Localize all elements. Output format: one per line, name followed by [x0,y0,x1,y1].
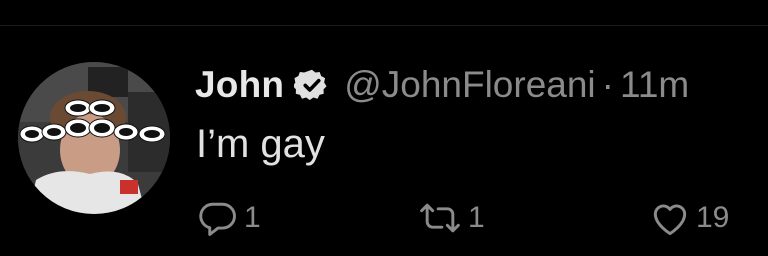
avatar-image [18,62,170,214]
reply-icon [196,196,240,240]
reply-button[interactable]: 1 [196,196,261,240]
tweet-card: John @JohnFloreani · 11m I’m gay 1 1 19 [0,0,768,256]
divider [0,25,768,26]
display-name[interactable]: John [195,64,284,106]
retweet-button[interactable]: 1 [416,196,485,240]
retweet-icon [416,196,464,240]
user-handle[interactable]: @JohnFloreani [344,64,595,106]
tweet-actions: 1 1 19 [196,196,768,240]
reply-count: 1 [244,201,261,234]
tweet-text: I’m gay [196,122,325,166]
heart-icon [648,196,692,240]
tweet-header: John @JohnFloreani · 11m [195,63,768,107]
tweet-timestamp[interactable]: 11m [620,64,689,106]
like-button[interactable]: 19 [648,196,729,240]
separator-dot: · [601,64,614,105]
verified-badge-icon [293,67,330,103]
avatar[interactable] [18,62,170,214]
retweet-count: 1 [468,201,485,234]
like-count: 19 [696,201,730,234]
